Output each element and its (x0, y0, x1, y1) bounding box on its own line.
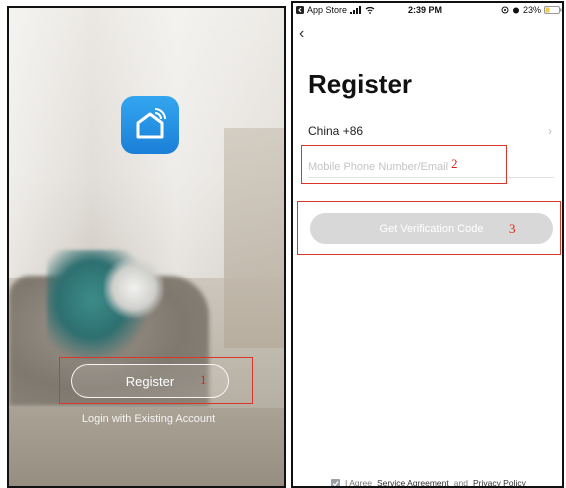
annotation-box-phone (301, 145, 507, 184)
back-to-app-icon (296, 6, 304, 14)
country-code-selector[interactable]: China +86 › (308, 124, 554, 144)
status-carrier: App Store (307, 5, 348, 15)
annotation-number-2: 2 (451, 156, 458, 171)
agree-prefix: I Agree (345, 478, 372, 488)
house-wifi-icon (136, 108, 166, 139)
and-text: and (453, 478, 468, 488)
smart-home-app-icon (121, 96, 179, 154)
register-button-label: Register (125, 373, 175, 389)
location-icon (501, 6, 509, 14)
wifi-icon (365, 6, 375, 14)
status-right: 23% (501, 5, 562, 15)
status-left: App Store (296, 5, 375, 15)
status-time: 2:39 PM (408, 5, 443, 15)
service-agreement-link[interactable]: Service Agreement (377, 478, 449, 486)
agreement-checkbox[interactable] (331, 478, 340, 486)
battery-percent: 23% (522, 5, 541, 15)
battery-icon (544, 6, 562, 14)
chevron-right-icon: › (548, 124, 552, 138)
country-code-value: China +86 (308, 124, 364, 138)
background-shelf (224, 128, 284, 348)
login-existing-account-link[interactable]: Login with Existing Account (9, 413, 284, 425)
get-verification-code-button[interactable]: Get Verification Code (310, 213, 553, 244)
back-chevron-icon[interactable]: ‹ (299, 25, 304, 43)
privacy-policy-link[interactable]: Privacy Policy (473, 478, 526, 486)
screen-divider (288, 0, 290, 488)
background-pet-head (104, 258, 164, 318)
page-title: Register (308, 69, 413, 99)
alarm-icon (512, 7, 519, 14)
annotation-number-3: 3 (509, 221, 516, 236)
signal-bars-icon (350, 6, 362, 14)
status-bar: App Store 2:39 PM 23% (293, 3, 562, 19)
welcome-screen: Register 1 Login with Existing Account (7, 6, 286, 488)
verify-button-label: Get Verification Code (379, 222, 484, 235)
agreement-row: I Agree Service Agreement and Privacy Po… (331, 478, 526, 488)
register-screen: App Store 2:39 PM 23% ‹ Register China +… (291, 1, 564, 488)
checkmark-icon (332, 480, 339, 486)
annotation-number-1: 1 (200, 372, 207, 387)
